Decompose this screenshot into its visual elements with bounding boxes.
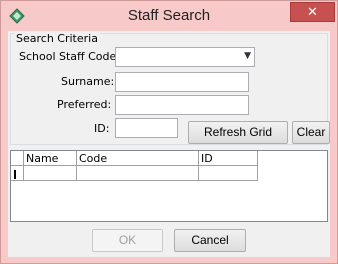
refresh-grid-button[interactable]: Refresh Grid: [188, 121, 288, 144]
grid-corner-cell: [11, 151, 24, 166]
title-bar[interactable]: Staff Search ✕: [1, 1, 337, 31]
chevron-down-icon[interactable]: ▼: [244, 51, 251, 61]
staff-code-combo[interactable]: ▼: [115, 47, 255, 67]
cell-id[interactable]: [198, 165, 258, 181]
ok-button[interactable]: OK: [92, 229, 163, 252]
cell-code[interactable]: [76, 165, 199, 181]
close-icon: ✕: [307, 5, 318, 20]
staff-search-window: Staff Search ✕ Search Criteria School St…: [0, 0, 338, 264]
grid-header-row: Name Code ID: [11, 151, 258, 166]
close-button[interactable]: ✕: [290, 2, 335, 22]
dialog-client-area: Search Criteria School Staff Code: ▼ Sur…: [8, 31, 330, 257]
column-header-id[interactable]: ID: [198, 151, 258, 166]
results-table: Name Code ID: [11, 151, 258, 181]
preferred-input[interactable]: [115, 95, 249, 115]
table-row[interactable]: [11, 165, 258, 181]
id-input[interactable]: [115, 118, 178, 138]
window-title: Staff Search: [127, 7, 211, 24]
surname-input[interactable]: [115, 72, 249, 92]
search-criteria-legend: Search Criteria: [14, 32, 100, 45]
dialog-button-bar: OK Cancel: [8, 224, 330, 257]
clear-button[interactable]: Clear: [292, 121, 330, 144]
cancel-button[interactable]: Cancel: [174, 229, 246, 252]
results-grid[interactable]: Name Code ID: [10, 150, 328, 222]
row-selector[interactable]: [11, 165, 24, 181]
cell-name[interactable]: [23, 165, 77, 181]
search-criteria-group: Search Criteria School Staff Code: ▼ Sur…: [10, 32, 330, 145]
column-header-name[interactable]: Name: [23, 151, 77, 166]
surname-label: Surname:: [61, 75, 115, 88]
staff-code-label: School Staff Code:: [19, 50, 120, 63]
column-header-code[interactable]: Code: [76, 151, 199, 166]
preferred-label: Preferred:: [57, 98, 112, 111]
id-label: ID:: [94, 122, 110, 135]
row-marker-icon: [11, 166, 23, 180]
